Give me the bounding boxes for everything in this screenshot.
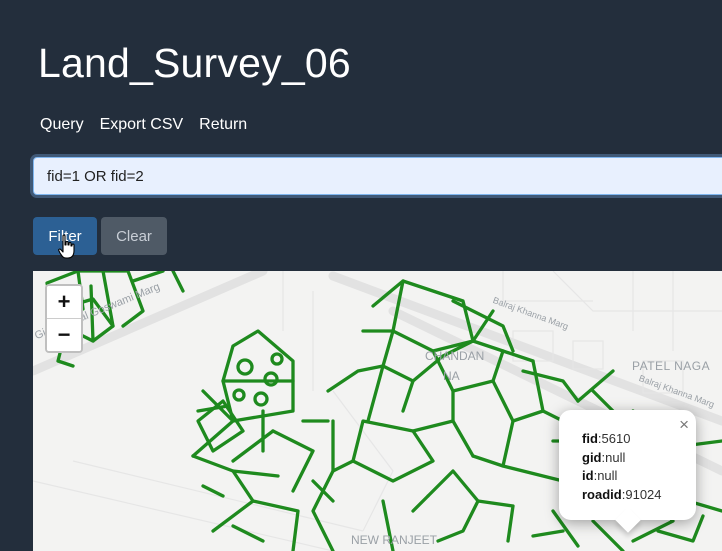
map-area-label: NEW RANJEET [351,533,438,547]
map-area-label: CHANDAN [425,349,485,363]
map-view[interactable]: Girdhari Lal Goswami Marg Balraj Khanna … [33,271,722,551]
feature-popup: × fid:5610 gid:null id:null roadid:91024 [559,410,696,533]
page-title: Land_Survey_06 [38,40,351,86]
popup-field-value: 91024 [625,486,662,502]
zoom-control: + − [45,284,83,353]
clear-button[interactable]: Clear [101,217,167,255]
popup-field: id:null [582,468,618,483]
popup-field-key: roadid [582,486,622,502]
nav-query[interactable]: Query [40,116,84,134]
popup-field-key: gid [582,449,602,465]
top-nav: Query Export CSV Return [40,116,247,134]
query-input[interactable] [33,157,722,195]
map-area-label: NA [443,369,460,383]
map-area-label: PATEL NAGA [632,359,711,373]
popup-field-key: id [582,468,594,483]
popup-field-value: 5610 [601,431,631,446]
popup-field: gid:null [582,449,626,465]
popup-field-key: fid [582,431,598,446]
popup-field-value: null [605,449,626,465]
popup-field: roadid:91024 [582,486,662,502]
nav-return[interactable]: Return [199,116,247,134]
popup-field: fid:5610 [582,431,631,446]
hand-cursor-icon [58,234,75,259]
nav-export-csv[interactable]: Export CSV [100,116,184,134]
zoom-in-button[interactable]: + [47,286,81,318]
popup-field-value: null [597,468,618,483]
zoom-out-button[interactable]: − [47,318,81,351]
